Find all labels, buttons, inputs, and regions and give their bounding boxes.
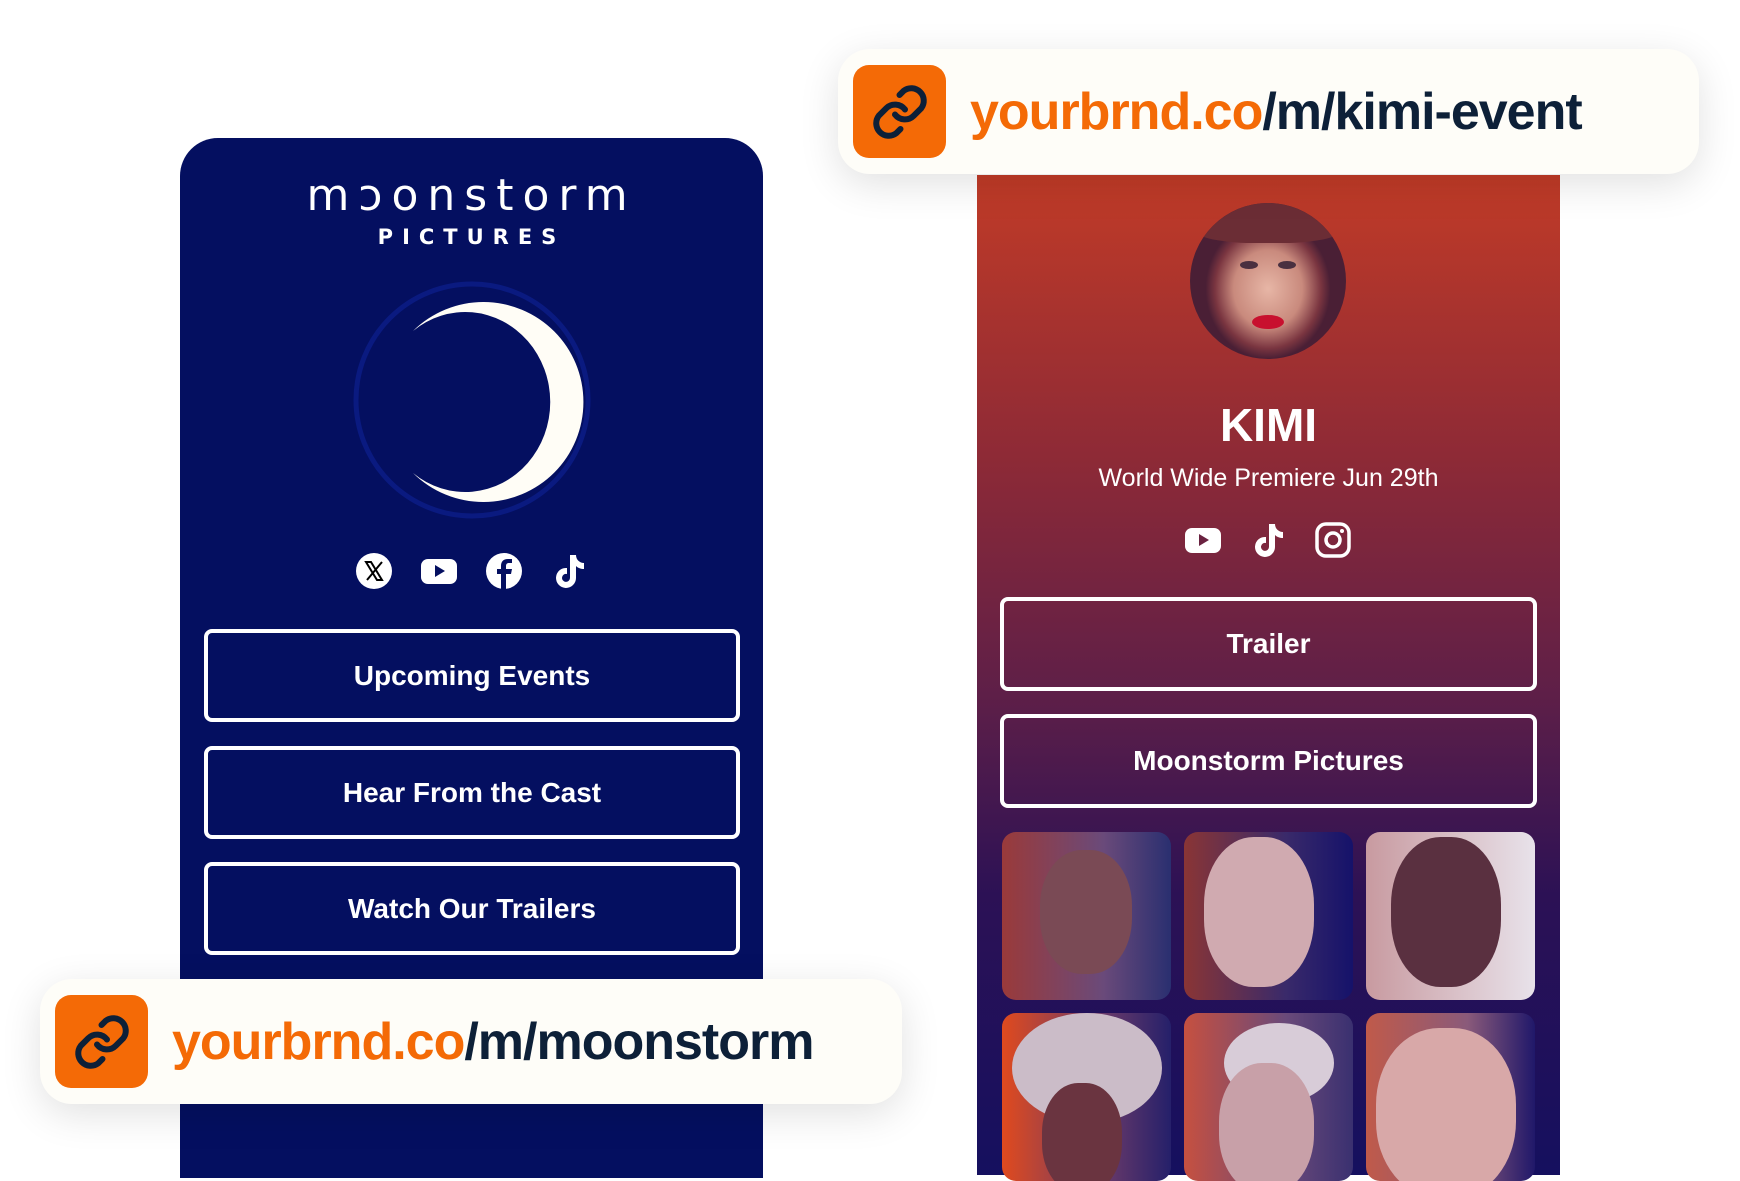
cast-photo[interactable] [1184, 1013, 1353, 1181]
youtube-icon[interactable] [1184, 521, 1222, 559]
url-path: /m/moonstorm [464, 1012, 814, 1071]
moon-logo-icon [353, 281, 591, 519]
url-domain: yourbrnd.co [172, 1012, 465, 1071]
event-subtitle: World Wide Premiere Jun 29th [1098, 464, 1439, 492]
url-path: /m/kimi-event [1262, 82, 1582, 141]
tiktok-icon[interactable] [550, 552, 588, 590]
x-icon[interactable] [355, 552, 393, 590]
cast-photo[interactable] [1366, 1013, 1535, 1181]
event-social-icons [1184, 521, 1352, 559]
logo-subtitle: PICTURES [377, 225, 566, 249]
moonstorm-url-banner: yourbrnd.co/m/moonstorm [40, 979, 902, 1104]
cast-photo[interactable] [1002, 832, 1171, 1000]
kimi-url-banner: yourbrnd.co/m/kimi-event [838, 49, 1699, 174]
facebook-icon[interactable] [485, 552, 523, 590]
url-domain: yourbrnd.co [970, 82, 1263, 141]
short-url[interactable]: yourbrnd.co/m/kimi-event [970, 82, 1583, 142]
watch-trailers-button[interactable]: Watch Our Trailers [204, 862, 740, 955]
link-icon [853, 65, 946, 158]
tiktok-icon[interactable] [1249, 521, 1287, 559]
link-icon [55, 995, 148, 1088]
logo-title: mɔonstorm [306, 170, 637, 221]
trailer-button[interactable]: Trailer [1000, 597, 1537, 691]
cast-photo[interactable] [1184, 832, 1353, 1000]
youtube-icon[interactable] [420, 552, 458, 590]
instagram-icon[interactable] [1314, 521, 1352, 559]
cast-photo[interactable] [1366, 832, 1535, 1000]
moonstorm-pictures-button[interactable]: Moonstorm Pictures [1000, 714, 1537, 808]
social-icons [355, 552, 588, 590]
short-url[interactable]: yourbrnd.co/m/moonstorm [172, 1012, 814, 1072]
upcoming-events-button[interactable]: Upcoming Events [204, 629, 740, 722]
event-title: KIMI [1219, 399, 1318, 451]
cast-photo[interactable] [1002, 1013, 1171, 1181]
hear-from-cast-button[interactable]: Hear From the Cast [204, 746, 740, 839]
kimi-avatar [1190, 203, 1346, 359]
